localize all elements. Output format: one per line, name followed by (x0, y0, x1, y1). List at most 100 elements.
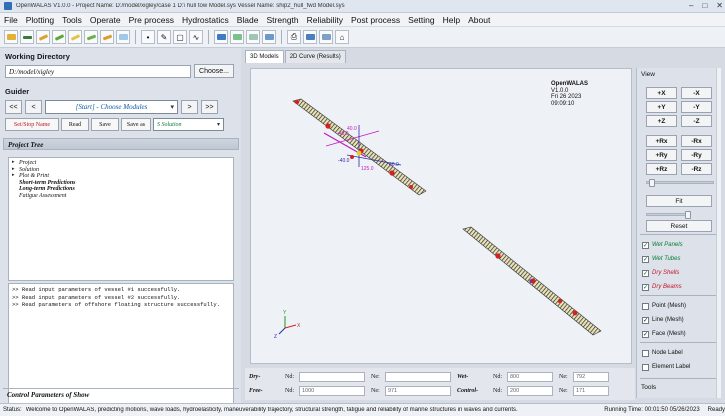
toolbar-separator (281, 30, 282, 44)
menu-file[interactable]: File (4, 15, 18, 25)
menu-help[interactable]: Help (443, 15, 460, 25)
minimize-icon[interactable]: – (689, 1, 693, 10)
fit-button[interactable]: Fit (646, 195, 712, 207)
menu-reliability[interactable]: Reliability (307, 15, 343, 25)
checkbox-box[interactable]: ✓ (642, 330, 649, 338)
checkbox-box[interactable]: ✓ (642, 241, 649, 249)
checkbox-box[interactable]: ✓ (642, 269, 649, 277)
view-minus-y-button[interactable]: -Y (681, 101, 712, 113)
solution-select[interactable]: S Solution (153, 118, 224, 131)
next-step-button[interactable]: > (181, 100, 198, 114)
menu-setting[interactable]: Setting (408, 15, 434, 25)
menu-operate[interactable]: Operate (90, 15, 121, 25)
view-minus-z-button[interactable]: -Z (681, 115, 712, 127)
line-model-icon[interactable] (36, 30, 50, 44)
checkbox-box[interactable] (642, 363, 649, 371)
reset-button[interactable]: Reset (646, 220, 712, 232)
working-directory-input[interactable]: D:/model/xigley (5, 65, 191, 78)
rotate-plus-z-button[interactable]: +Rz (646, 163, 677, 175)
pencil-icon[interactable]: ✎ (157, 30, 171, 44)
curve-icon[interactable]: ∿ (189, 30, 203, 44)
print-icon[interactable]: ⎙ (287, 30, 301, 44)
zoom-slider[interactable] (646, 179, 714, 187)
checkbox-box[interactable]: ✓ (642, 316, 649, 324)
menu-plotting[interactable]: Plotting (26, 15, 54, 25)
read-button[interactable]: Read (61, 118, 89, 131)
menu-tools[interactable]: Tools (62, 15, 82, 25)
checkbox-node-label[interactable]: Node Label (642, 348, 683, 358)
menu-hydrostatics[interactable]: Hydrostatics (182, 15, 229, 25)
yellow-mesh-icon[interactable] (68, 30, 82, 44)
scale-slider-knob[interactable] (685, 211, 691, 219)
menu-pre-process[interactable]: Pre process (129, 15, 174, 25)
wave-icon[interactable] (116, 30, 130, 44)
checkbox-box[interactable]: ✓ (642, 283, 649, 291)
zoom-slider-knob[interactable] (649, 179, 655, 187)
view-plus-z-button[interactable]: +Z (646, 115, 677, 127)
panel-green-icon[interactable] (230, 30, 244, 44)
green-mesh-icon[interactable] (52, 30, 66, 44)
checkbox-wet-panels[interactable]: ✓ Wet Panels (642, 240, 683, 250)
checkbox-box[interactable]: ✓ (642, 255, 649, 263)
view-plus-x-button[interactable]: +X (646, 87, 677, 99)
save-button[interactable]: Save (91, 118, 119, 131)
choose-button[interactable]: Choose... (194, 64, 234, 78)
view-minus-x-button[interactable]: -X (681, 87, 712, 99)
tab-3d-models[interactable]: 3D Models (245, 50, 284, 63)
tree-node-fatigue[interactable]: Fatigue Assessment (12, 193, 230, 200)
panel-grid-icon[interactable] (262, 30, 276, 44)
panel-teal-icon[interactable] (246, 30, 260, 44)
panel-blue-icon[interactable] (214, 30, 228, 44)
save-as-button[interactable]: Save as (121, 118, 151, 131)
tab-2d-curve[interactable]: 2D Curve (Results) (284, 50, 346, 63)
guider-navigation: << < [Start] - Choose Modules > >> (5, 100, 218, 114)
vessel-1-model[interactable]: -40.0 -40.0 40.0 40.0 125.0 (292, 98, 427, 196)
checkbox-point-mesh[interactable]: Point (Mesh) (642, 301, 686, 311)
checkbox-dry-shells[interactable]: ✓ Dry Shells (642, 268, 679, 278)
scale-slider[interactable] (646, 211, 691, 219)
view-panel-scrollbar[interactable] (716, 68, 721, 398)
3d-scene[interactable]: -40.0 -40.0 40.0 40.0 125.0 Y X Z (251, 69, 631, 363)
checkbox-box[interactable] (642, 349, 649, 357)
rotate-plus-x-button[interactable]: +Rx (646, 135, 677, 147)
checkbox-line-mesh[interactable]: ✓ Line (Mesh) (642, 315, 684, 325)
menu-blade[interactable]: Blade (237, 15, 259, 25)
layers-icon[interactable] (319, 30, 333, 44)
checkbox-box[interactable] (642, 302, 649, 310)
point-icon[interactable]: • (141, 30, 155, 44)
rotate-minus-y-button[interactable]: -Ry (681, 149, 712, 161)
wet-nd-field: 800 (507, 372, 553, 382)
checkbox-dry-beams[interactable]: ✓ Dry Beams (642, 282, 682, 292)
menu-post-process[interactable]: Post process (351, 15, 400, 25)
rotate-minus-x-button[interactable]: -Rx (681, 135, 712, 147)
vessel-2-model[interactable] (462, 226, 602, 336)
checkbox-wet-tubes[interactable]: ✓ Wet Tubes (642, 254, 680, 264)
menu-about[interactable]: About (468, 15, 490, 25)
maximize-icon[interactable]: □ (702, 1, 707, 10)
monitor-icon[interactable] (303, 30, 317, 44)
set-stop-name-button[interactable]: Set/Stop Name (5, 118, 59, 131)
view-plus-y-button[interactable]: +Y (646, 101, 677, 113)
folder-icon[interactable] (4, 30, 18, 44)
hull-icon[interactable] (20, 30, 34, 44)
orange-shell-icon[interactable] (100, 30, 114, 44)
checkbox-element-label[interactable]: Element Label (642, 362, 690, 372)
3d-viewport[interactable]: -40.0 -40.0 40.0 40.0 125.0 Y X Z OpenWA… (250, 68, 632, 364)
divider (640, 378, 718, 379)
rotate-minus-z-button[interactable]: -Rz (681, 163, 712, 175)
control-parameters-header[interactable]: Control Parameters of Show (3, 388, 239, 399)
green-shell-icon[interactable] (84, 30, 98, 44)
frame-icon[interactable]: ▢ (173, 30, 187, 44)
home-icon[interactable]: ⌂ (335, 30, 349, 44)
prev-step-button[interactable]: < (25, 100, 42, 114)
menu-strength[interactable]: Strength (267, 15, 299, 25)
nd-label: Nd: (493, 374, 502, 380)
rotate-plus-y-button[interactable]: +Ry (646, 149, 677, 161)
expand-arrow-icon[interactable]: ▸ (12, 173, 17, 180)
checkbox-face-mesh[interactable]: ✓ Face (Mesh) (642, 329, 686, 339)
close-icon[interactable]: ✕ (716, 1, 723, 10)
last-step-button[interactable]: >> (201, 100, 218, 114)
first-step-button[interactable]: << (5, 100, 22, 114)
module-select[interactable]: [Start] - Choose Modules (45, 100, 178, 114)
project-tree-header: Project Tree (3, 138, 239, 150)
